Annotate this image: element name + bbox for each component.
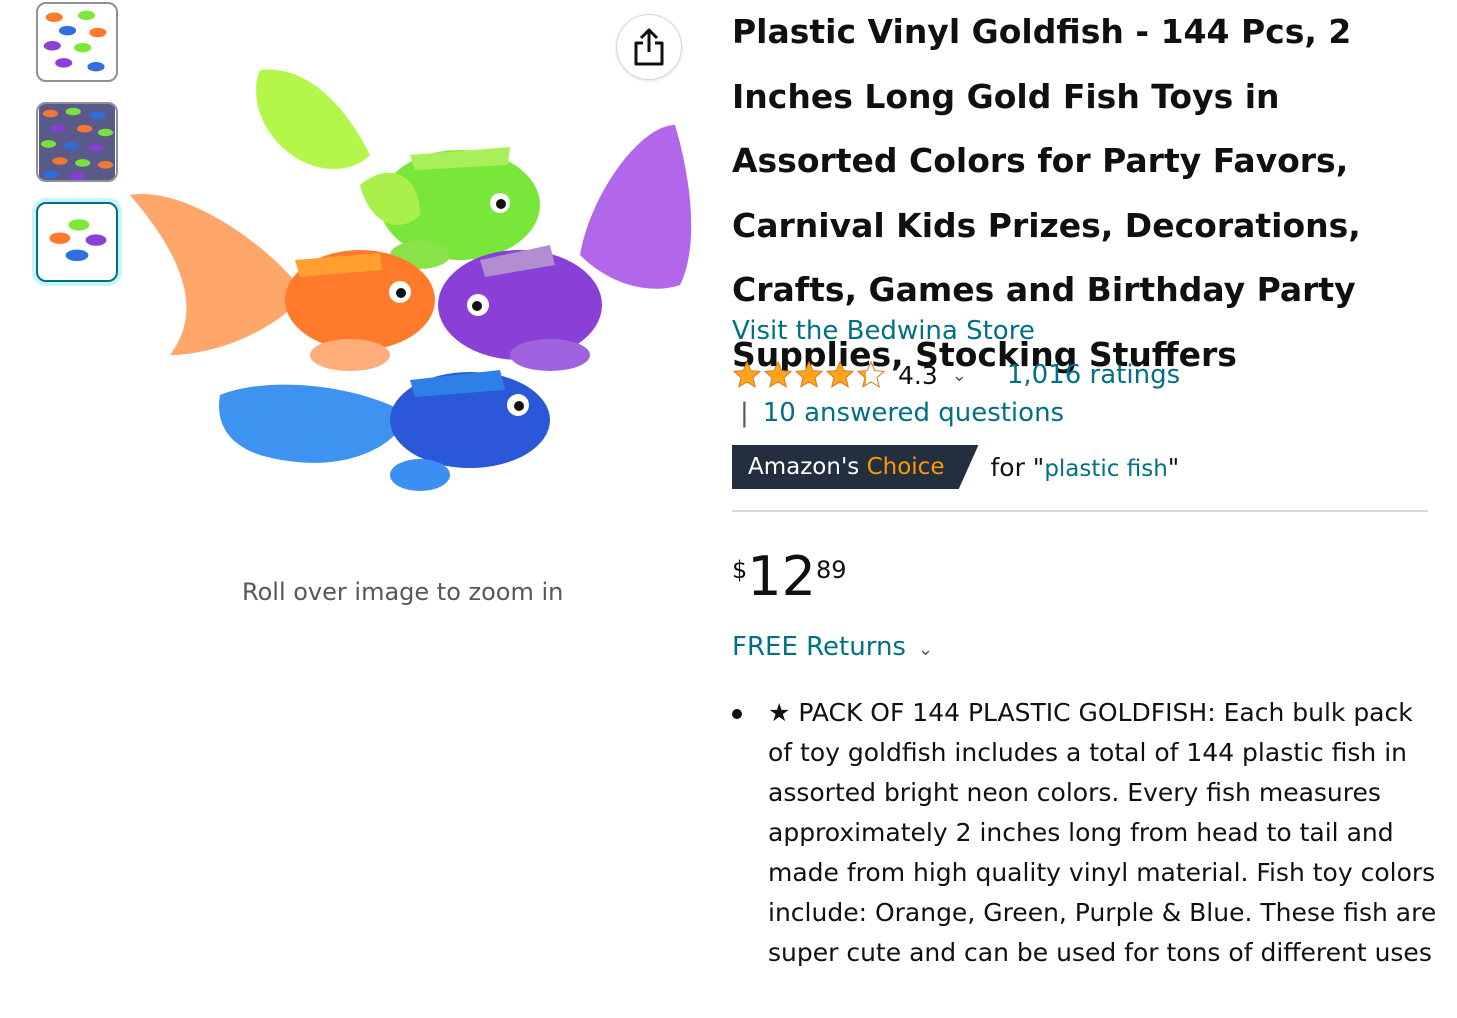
blue-fish xyxy=(219,370,550,491)
qa-separator: | xyxy=(740,398,749,428)
chevron-down-icon[interactable]: ⌄ xyxy=(952,365,967,386)
thumbnail-2[interactable] xyxy=(36,102,118,182)
choice-close-quote: " xyxy=(1167,452,1180,482)
thumbnail-3[interactable] xyxy=(36,202,118,282)
product-main-image[interactable] xyxy=(120,55,710,515)
badge-accent: Choice xyxy=(866,454,945,480)
fish-grid-image xyxy=(43,10,107,72)
answered-questions-link[interactable]: 10 answered questions xyxy=(763,398,1064,428)
feature-bullet: ★ PACK OF 144 PLASTIC GOLDFISH: Each bul… xyxy=(732,693,1437,973)
free-returns-label: FREE Returns xyxy=(732,632,906,662)
rating-row: 4.3 ⌄ 1,016 ratings xyxy=(732,358,1180,392)
fish-pile-image xyxy=(39,104,115,180)
thumbnail-strip xyxy=(36,2,122,302)
price: $ 12 89 xyxy=(732,548,847,606)
green-fish xyxy=(256,69,540,269)
feature-bullets: ★ PACK OF 144 PLASTIC GOLDFISH: Each bul… xyxy=(732,693,1437,973)
rating-value: 4.3 xyxy=(898,360,938,390)
choice-term-link[interactable]: plastic fish xyxy=(1044,456,1167,482)
amazons-choice-row: Amazon's Choice for "plastic fish" xyxy=(732,445,1179,489)
price-whole: 12 xyxy=(747,545,816,608)
chevron-down-icon: ⌄ xyxy=(917,639,934,660)
thumbnail-1[interactable] xyxy=(36,2,118,82)
feature-bullet-text: ★ PACK OF 144 PLASTIC GOLDFISH: Each bul… xyxy=(768,698,1437,967)
qa-row: | 10 answered questions xyxy=(732,398,1064,428)
bullet-dot xyxy=(732,709,742,719)
free-returns[interactable]: FREE Returns ⌄ xyxy=(732,632,933,662)
choice-for-text: for "plastic fish" xyxy=(990,453,1179,482)
ratings-count-link[interactable]: 1,016 ratings xyxy=(1007,360,1180,390)
four-fish-image xyxy=(49,219,107,261)
share-button[interactable] xyxy=(616,14,682,80)
zoom-hint: Roll over image to zoom in xyxy=(242,578,564,606)
amazons-choice-badge: Amazon's Choice xyxy=(732,445,979,489)
share-icon xyxy=(634,28,664,66)
price-symbol: $ xyxy=(732,556,748,584)
stars-icon xyxy=(733,361,885,388)
product-info: Plastic Vinyl Goldfish - 144 Pcs, 2 Inch… xyxy=(732,0,1437,967)
divider xyxy=(732,510,1428,512)
star-rating[interactable] xyxy=(732,360,892,390)
badge-prefix: Amazon's xyxy=(748,454,860,480)
choice-for-prefix: for " xyxy=(990,452,1045,482)
price-fraction: 89 xyxy=(816,556,847,584)
store-link[interactable]: Visit the Bedwina Store xyxy=(732,316,1035,346)
